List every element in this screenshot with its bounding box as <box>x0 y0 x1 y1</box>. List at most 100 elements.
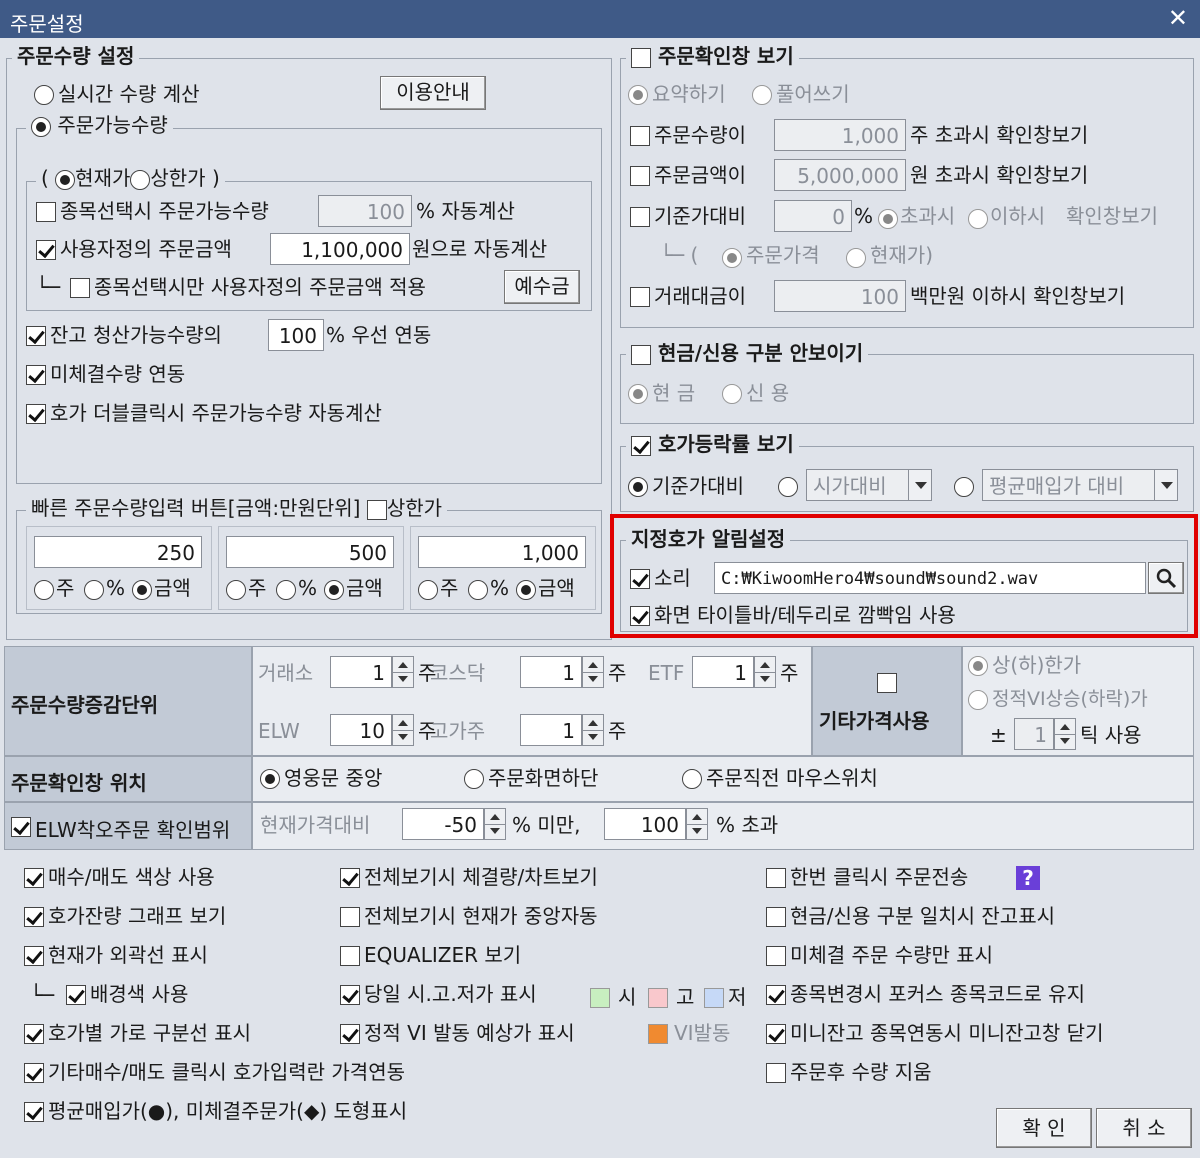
etf-input[interactable]: 1 <box>692 656 754 688</box>
realtime-radio[interactable] <box>34 85 54 105</box>
upper-lower-radio[interactable] <box>968 656 988 676</box>
pos-bottom-radio[interactable] <box>464 769 484 789</box>
opt-c3-checkbox[interactable] <box>766 985 786 1005</box>
only-select-checkbox[interactable] <box>70 278 90 298</box>
deposit-button[interactable]: 예수금 <box>504 270 580 304</box>
under-radio[interactable] <box>968 209 988 229</box>
balance-checkbox[interactable] <box>26 326 46 346</box>
opt-c3-checkbox[interactable] <box>766 946 786 966</box>
quick-pct-radio[interactable] <box>84 580 104 600</box>
high-spinner[interactable] <box>582 714 604 746</box>
sound-checkbox[interactable] <box>630 569 650 589</box>
exch-spinner[interactable] <box>392 656 414 688</box>
quick-share-radio[interactable] <box>34 580 54 600</box>
rate-avg-radio[interactable] <box>954 477 974 497</box>
qty-confirm-checkbox[interactable] <box>630 126 650 146</box>
dblclick-checkbox[interactable] <box>26 404 46 424</box>
elw-unit-spinner[interactable] <box>392 714 414 746</box>
quick-value-input[interactable]: 1,000 <box>418 536 586 568</box>
base-confirm-checkbox[interactable] <box>630 207 650 227</box>
jeo-swatch[interactable] <box>704 988 724 1008</box>
rate-open-select[interactable]: 시가대비 <box>806 469 910 501</box>
rate-base-radio[interactable] <box>628 477 648 497</box>
user-amt-input[interactable]: 1,100,000 <box>270 233 410 265</box>
pos-center-radio[interactable] <box>260 769 280 789</box>
opt-c3-checkbox[interactable] <box>766 1063 786 1083</box>
kosdaq-input[interactable]: 1 <box>520 656 582 688</box>
rate-avg-dropdown-icon[interactable] <box>1154 469 1178 501</box>
cancel-button[interactable]: 취 소 <box>1096 1108 1192 1148</box>
opt-c1-checkbox[interactable] <box>24 946 44 966</box>
full-radio[interactable] <box>752 85 772 105</box>
elw-high-spinner[interactable] <box>686 808 708 840</box>
tick-input[interactable]: 1 <box>1014 718 1054 750</box>
search-button[interactable] <box>1148 562 1184 594</box>
quick-pct-radio[interactable] <box>468 580 488 600</box>
rate-avg-select[interactable]: 평균매입가 대비 <box>982 469 1156 501</box>
opt-c1-checkbox[interactable] <box>24 1063 44 1083</box>
pos-mouse-radio[interactable] <box>682 769 702 789</box>
help-icon[interactable]: ? <box>1016 866 1040 890</box>
quick-value-input[interactable]: 250 <box>34 536 202 568</box>
opt-c2-checkbox[interactable] <box>340 1024 360 1044</box>
vi-price-radio[interactable] <box>968 690 988 710</box>
credit-radio[interactable] <box>722 384 742 404</box>
go-swatch[interactable] <box>648 988 668 1008</box>
sound-path-input[interactable]: C:₩KiwoomHero4₩sound₩sound2.wav <box>714 562 1146 594</box>
elw-checkbox[interactable] <box>11 817 31 837</box>
rate-open-dropdown-icon[interactable] <box>908 469 932 501</box>
opt-c1-checkbox[interactable] <box>24 1102 44 1122</box>
help-button[interactable]: 이용안내 <box>380 76 486 110</box>
price-upper-radio[interactable] <box>130 169 151 190</box>
opt-c3-checkbox[interactable] <box>766 907 786 927</box>
opt-c1-checkbox[interactable] <box>66 985 86 1005</box>
quick-amt-radio[interactable] <box>324 580 344 600</box>
opt-c2-checkbox[interactable] <box>340 985 360 1005</box>
rate-checkbox[interactable] <box>631 435 651 456</box>
elw-unit-input[interactable]: 10 <box>330 714 392 746</box>
unfilled-checkbox[interactable] <box>26 365 46 385</box>
confirm-checkbox[interactable] <box>631 47 651 68</box>
blink-checkbox[interactable] <box>630 606 650 626</box>
exch-input[interactable]: 1 <box>330 656 392 688</box>
user-amt-checkbox[interactable] <box>36 240 56 260</box>
ok-button[interactable]: 확 인 <box>996 1108 1092 1148</box>
opt-c2-checkbox[interactable] <box>340 907 360 927</box>
quick-amt-radio[interactable] <box>516 580 536 600</box>
quick-amt-radio[interactable] <box>132 580 152 600</box>
vi-swatch[interactable] <box>648 1024 668 1044</box>
elw-high-input[interactable]: 100 <box>604 808 686 840</box>
rate-open-radio[interactable] <box>778 477 798 497</box>
base-cur-radio[interactable] <box>846 248 866 268</box>
close-icon[interactable]: ✕ <box>1168 4 1188 32</box>
tick-spinner[interactable] <box>1054 718 1076 750</box>
quick-upper-checkbox[interactable] <box>366 499 387 520</box>
over-radio[interactable] <box>878 209 898 229</box>
cash-radio[interactable] <box>628 384 648 404</box>
high-input[interactable]: 1 <box>520 714 582 746</box>
opt-c1-checkbox[interactable] <box>24 1024 44 1044</box>
elw-low-input[interactable]: -50 <box>402 808 484 840</box>
trade-confirm-input[interactable]: 100 <box>774 280 906 312</box>
summary-radio[interactable] <box>628 85 648 105</box>
price-current-radio[interactable] <box>55 169 76 190</box>
other-price-checkbox[interactable] <box>877 673 897 693</box>
quick-share-radio[interactable] <box>226 580 246 600</box>
opt-c1-checkbox[interactable] <box>24 907 44 927</box>
qty-confirm-input[interactable]: 1,000 <box>774 119 906 151</box>
opt-c1-checkbox[interactable] <box>24 868 44 888</box>
amt-confirm-checkbox[interactable] <box>630 166 650 186</box>
auto-pct-input[interactable]: 100 <box>318 195 412 227</box>
quick-share-radio[interactable] <box>418 580 438 600</box>
elw-low-spinner[interactable] <box>484 808 506 840</box>
quick-pct-radio[interactable] <box>276 580 296 600</box>
opt-c3-checkbox[interactable] <box>766 1024 786 1044</box>
si-swatch[interactable] <box>590 988 610 1008</box>
balance-pct-input[interactable]: 100 <box>268 319 324 351</box>
quick-value-input[interactable]: 500 <box>226 536 394 568</box>
base-confirm-input[interactable]: 0 <box>774 200 852 232</box>
opt-c3-checkbox[interactable] <box>766 868 786 888</box>
opt-c2-checkbox[interactable] <box>340 868 360 888</box>
amt-confirm-input[interactable]: 5,000,000 <box>774 159 906 191</box>
opt-c2-checkbox[interactable] <box>340 946 360 966</box>
